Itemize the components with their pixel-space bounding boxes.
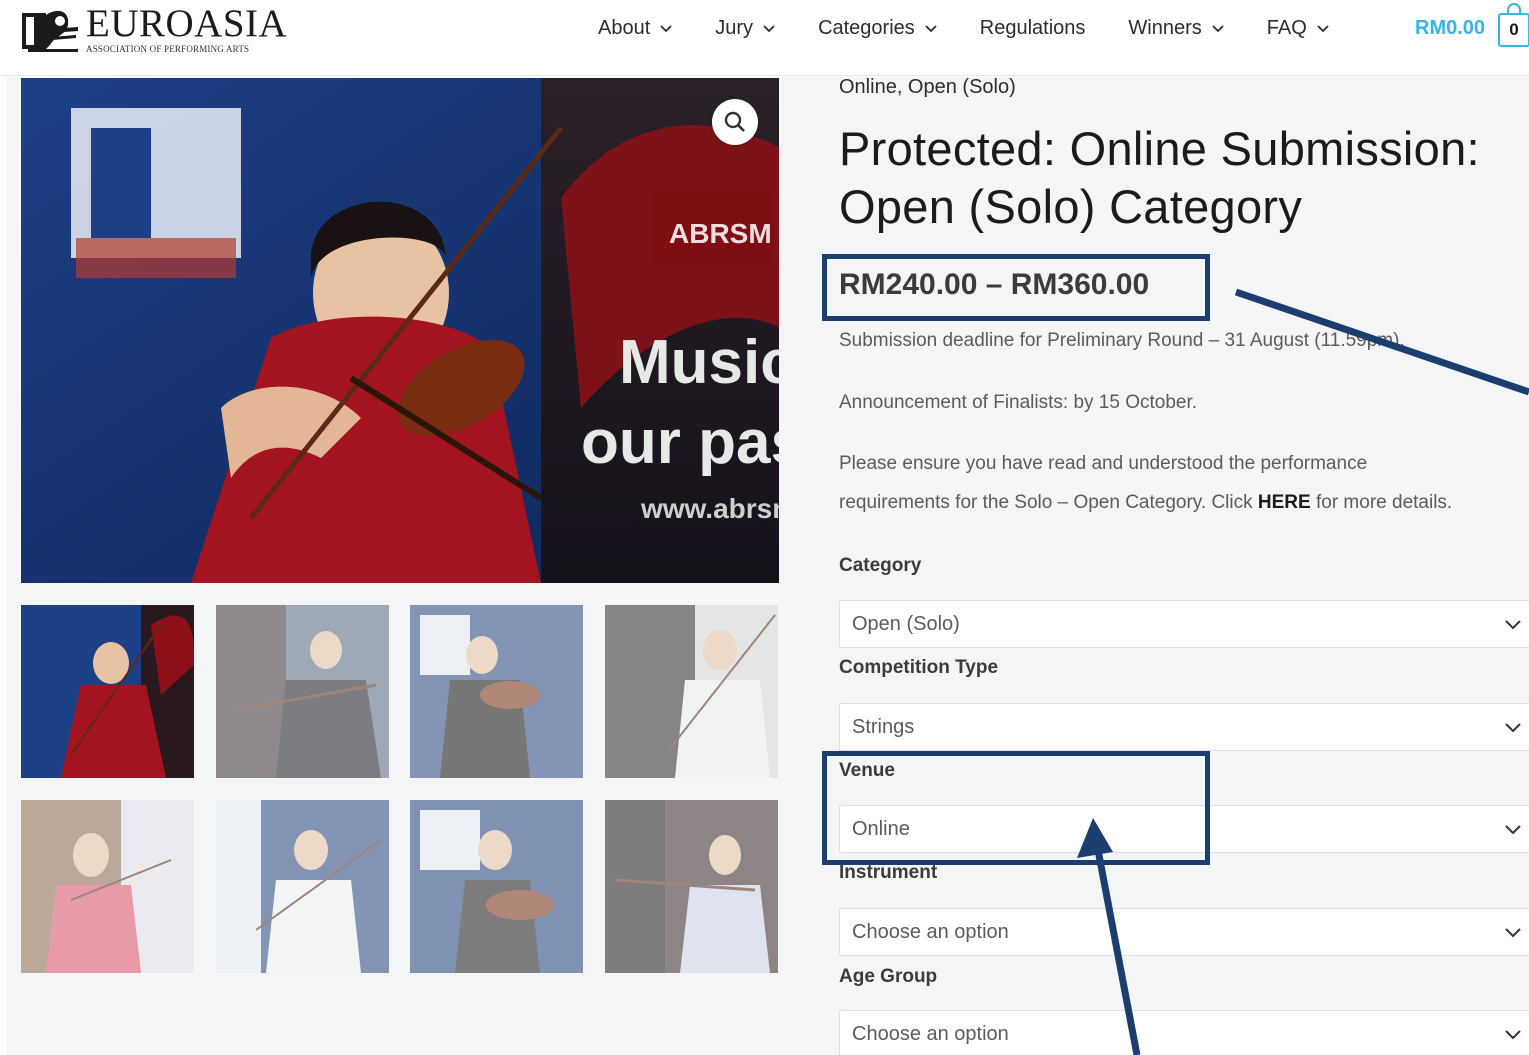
logo-emblem-icon [22, 10, 78, 52]
price-highlight-box [822, 254, 1210, 321]
nav-label: About [598, 17, 651, 39]
gallery-thumbnail[interactable] [605, 800, 778, 973]
svg-text:our pas: our pas [581, 408, 779, 477]
gallery-thumbnail[interactable] [216, 605, 389, 778]
thumbnail-image [216, 800, 389, 973]
nav-item-categories[interactable]: Categories [818, 17, 937, 40]
zoom-button[interactable] [712, 99, 758, 145]
product-main-image[interactable]: ABRSM Music our pas www.abrsm [21, 78, 779, 583]
age-group-selected-value: Choose an option [852, 1022, 1009, 1045]
logo-wordmark: EUROASIA [86, 2, 288, 45]
nav-label: FAQ [1266, 17, 1307, 39]
nav-item-regulations[interactable]: Regulations [980, 17, 1086, 40]
category-label: Category [839, 555, 922, 576]
thumbnail-image [21, 800, 194, 973]
gallery-thumbnail[interactable] [216, 800, 389, 973]
requirements-text-post: for more details. [1310, 492, 1453, 513]
product-title-line1: Protected: Online Submission: [839, 122, 1480, 175]
thumbnail-image [216, 605, 389, 778]
age-group-select[interactable]: Choose an option [839, 1010, 1529, 1055]
thumbnail-image [605, 800, 778, 973]
category-select[interactable]: Open (Solo) [839, 600, 1529, 648]
chevron-down-icon [660, 24, 672, 32]
nav-label: Regulations [979, 17, 1086, 39]
nav-label: Jury [715, 17, 754, 39]
svg-text:ABRSM: ABRSM [669, 218, 772, 249]
gallery-thumbnail[interactable] [605, 605, 778, 778]
instrument-label: Instrument [839, 862, 938, 883]
competition-type-select[interactable]: Strings [839, 703, 1529, 751]
competition-type-selected-value: Strings [852, 715, 915, 738]
svg-text:Music: Music [619, 328, 779, 397]
deadline-text: Submission deadline for Preliminary Roun… [839, 330, 1405, 351]
chevron-down-icon [763, 24, 775, 32]
primary-nav: About Jury Categories Regulations Winner… [598, 17, 1372, 40]
nav-label: Winners [1128, 17, 1202, 39]
nav-item-winners[interactable]: Winners [1128, 17, 1224, 40]
instrument-select[interactable]: Choose an option [839, 908, 1529, 956]
venue-highlight-box [822, 751, 1210, 865]
age-group-label: Age Group [839, 966, 938, 987]
here-link[interactable]: HERE [1258, 492, 1311, 513]
chevron-down-icon [1505, 723, 1521, 733]
chevron-down-icon [1505, 825, 1521, 835]
thumbnail-image [605, 605, 778, 778]
chevron-down-icon [1505, 1030, 1521, 1040]
competition-type-label: Competition Type [839, 657, 999, 678]
gallery-thumbnail[interactable] [21, 605, 194, 778]
nav-item-about[interactable]: About [598, 17, 672, 40]
chevron-down-icon [1317, 24, 1329, 32]
chevron-down-icon [1505, 620, 1521, 630]
site-logo[interactable]: EUROASIA ASSOCIATION OF PERFORMING ARTS [20, 2, 288, 55]
product-title-line2: Open (Solo) Category [839, 180, 1303, 233]
nav-label: Categories [818, 17, 915, 39]
gallery-thumbnail[interactable] [410, 605, 583, 778]
product-title: Protected: Online Submission: Open (Solo… [839, 120, 1529, 236]
search-icon [724, 111, 745, 132]
svg-text:www.abrsm: www.abrsm [640, 493, 779, 524]
requirements-text-line1: Please ensure you have read and understo… [839, 453, 1368, 474]
cart-total[interactable]: RM0.00 [1415, 17, 1485, 40]
cart-count-badge[interactable]: 0 [1498, 13, 1529, 47]
announcement-text: Announcement of Finalists: by 15 October… [839, 392, 1198, 413]
site-header: EUROASIA ASSOCIATION OF PERFORMING ARTS … [0, 0, 1529, 76]
nav-item-faq[interactable]: FAQ [1267, 17, 1329, 40]
nav-item-jury[interactable]: Jury [715, 17, 775, 40]
chevron-down-icon [1212, 24, 1224, 32]
requirements-text-pre: requirements for the Solo – Open Categor… [839, 492, 1258, 513]
chevron-down-icon [1505, 928, 1521, 938]
violinist-photo: ABRSM Music our pas www.abrsm [21, 78, 779, 583]
gallery-thumbnail[interactable] [410, 800, 583, 973]
requirements-text-line2: requirements for the Solo – Open Categor… [839, 492, 1452, 514]
chevron-down-icon [925, 24, 937, 32]
instrument-selected-value: Choose an option [852, 920, 1009, 943]
logo-subtitle: ASSOCIATION OF PERFORMING ARTS [86, 44, 250, 54]
thumbnail-image [410, 800, 583, 973]
category-selected-value: Open (Solo) [852, 612, 960, 635]
product-categories[interactable]: Online, Open (Solo) [839, 76, 1016, 99]
gallery-thumbnail[interactable] [21, 800, 194, 973]
thumbnail-image [21, 605, 194, 778]
thumbnail-image [410, 605, 583, 778]
